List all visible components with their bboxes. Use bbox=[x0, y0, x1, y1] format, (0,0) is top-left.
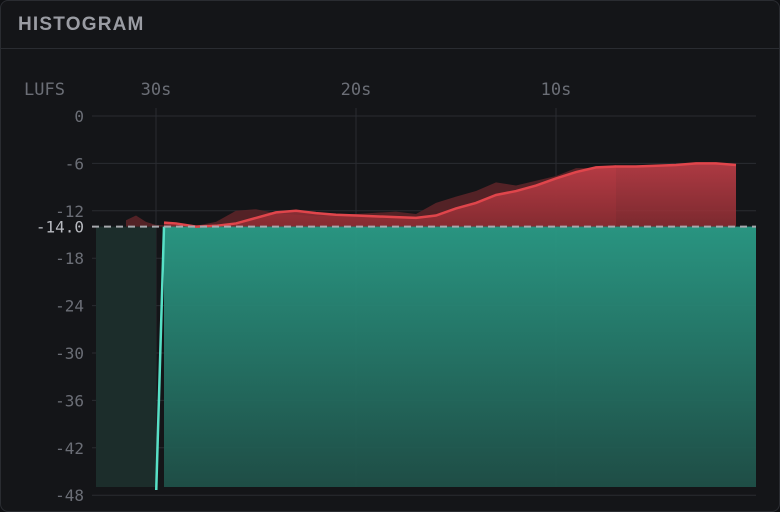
y-tick-label: -30 bbox=[55, 344, 84, 363]
y-tick-label: -6 bbox=[65, 154, 84, 173]
y-tick-label: -36 bbox=[55, 391, 84, 410]
y-tick-label: -18 bbox=[55, 249, 84, 268]
y-axis-unit-label: LUFS bbox=[24, 80, 65, 100]
history-backdrop bbox=[96, 226, 156, 487]
x-tick-label: 10s bbox=[541, 80, 572, 100]
y-tick-label: 0 bbox=[74, 107, 84, 126]
x-tick-label: 20s bbox=[341, 80, 372, 100]
x-tick-label: 30s bbox=[141, 80, 172, 100]
y-tick-label: -24 bbox=[55, 297, 84, 316]
y-tick-label: -42 bbox=[55, 439, 84, 458]
target-label: -14.0 bbox=[36, 218, 84, 237]
under-target-area bbox=[164, 226, 756, 487]
histogram-chart: 0-6-12-18-24-30-36-42-4830s 20s 10sLUFS-14… bbox=[24, 80, 756, 505]
y-tick-label: -48 bbox=[55, 486, 84, 505]
